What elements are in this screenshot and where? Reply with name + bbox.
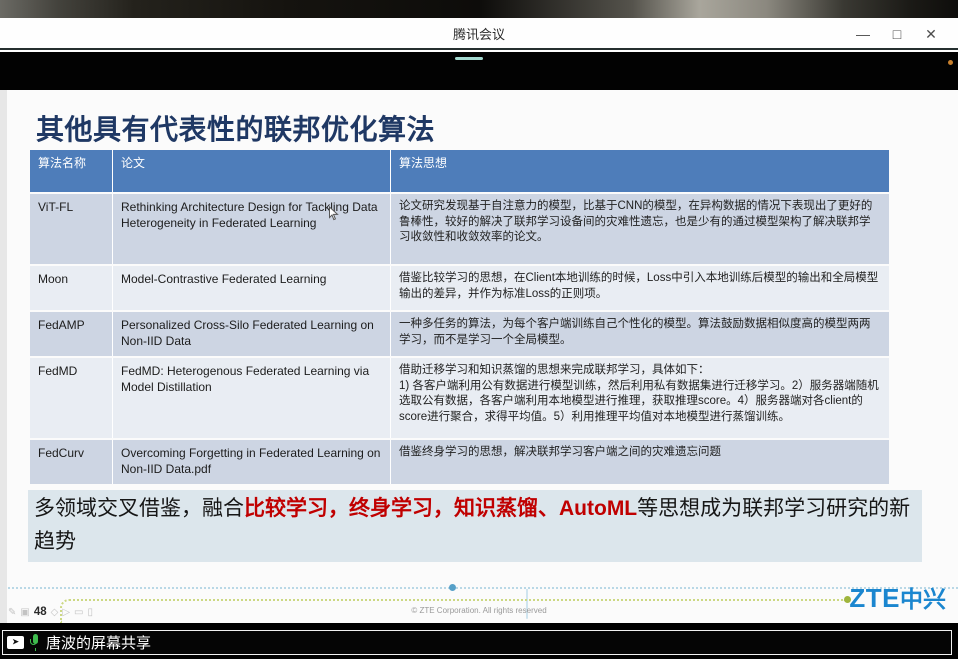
footer-blue-dot <box>449 584 456 591</box>
screen-share-bar: ➤ 唐波的屏幕共享 <box>0 623 958 659</box>
table-row: FedAMP Personalized Cross-Silo Federated… <box>30 312 889 356</box>
slide-left-margin <box>0 90 7 623</box>
microphone-icon <box>29 634 41 651</box>
cell-idea: 论文研究发现基于自注意力的模型，比基于CNN的模型，在异构数据的情况下表现出了更… <box>390 194 889 264</box>
app-window: 腾讯会议 — □ ✕ 其他具有代表性的联邦优化算法 算法名称 论文 算法思想 V… <box>0 0 958 659</box>
cell-algorithm-name: Moon <box>30 266 112 310</box>
table-row: FedMD FedMD: Heterogenous Federated Lear… <box>30 358 889 438</box>
cell-idea: 借鉴终身学习的思想，解决联邦学习客户端之间的灾难遗忘问题 <box>390 440 889 484</box>
window-controls: — □ ✕ <box>846 18 948 50</box>
mouse-cursor-icon <box>328 206 339 221</box>
zte-logo-en: ZTE <box>849 583 900 613</box>
zte-logo: ZTE中兴 <box>849 580 946 614</box>
table-row: FedCurv Overcoming Forgetting in Federat… <box>30 440 889 484</box>
header-cell-idea: 算法思想 <box>390 150 889 192</box>
cell-paper: Personalized Cross-Silo Federated Learni… <box>112 312 390 356</box>
cell-paper: Overcoming Forgetting in Federated Learn… <box>112 440 390 484</box>
toolbar-drag-handle[interactable] <box>455 57 483 60</box>
cell-idea: 一种多任务的算法，为每个客户端训练自己个性化的模型。算法鼓励数据相似度高的模型两… <box>390 312 889 356</box>
summary-text-normal: 多领域交叉借鉴，融合 <box>34 497 244 520</box>
window-titlebar: 腾讯会议 — □ ✕ <box>0 18 958 50</box>
summary-statement: 多领域交叉借鉴，融合比较学习，终身学习，知识蒸馏、AutoML等思想成为联邦学习… <box>28 490 922 562</box>
footer-dotted-line-blue <box>8 587 958 589</box>
status-dot-icon <box>948 60 953 65</box>
header-cell-paper: 论文 <box>112 150 390 192</box>
slide-title: 其他具有代表性的联邦优化算法 <box>36 108 435 148</box>
cell-algorithm-name: FedAMP <box>30 312 112 356</box>
close-icon[interactable]: ✕ <box>914 18 948 50</box>
cell-algorithm-name: ViT-FL <box>30 194 112 264</box>
cell-paper: Rethinking Architecture Design for Tackl… <box>112 194 390 264</box>
maximize-icon[interactable]: □ <box>880 18 914 50</box>
share-status-label: 唐波的屏幕共享 <box>46 632 151 653</box>
table-row: ViT-FL Rethinking Architecture Design fo… <box>30 194 889 264</box>
header-cell-name: 算法名称 <box>30 150 112 192</box>
minimize-icon[interactable]: — <box>846 18 880 50</box>
cell-paper: FedMD: Heterogenous Federated Learning v… <box>112 358 390 438</box>
cell-algorithm-name: FedMD <box>30 358 112 438</box>
screen-share-icon: ➤ <box>7 636 24 649</box>
zte-logo-cn: 中兴 <box>900 586 946 612</box>
cell-idea: 借助迁移学习和知识蒸馏的思想来完成联邦学习，具体如下： 1) 各客户端利用公有数… <box>390 358 889 438</box>
window-title: 腾讯会议 <box>453 24 505 43</box>
table-header-row: 算法名称 论文 算法思想 <box>30 150 889 192</box>
meeting-toolbar-strip <box>0 52 958 90</box>
share-status-pill[interactable]: ➤ 唐波的屏幕共享 <box>2 630 952 655</box>
summary-text-emphasis: 比较学习，终身学习，知识蒸馏、AutoML <box>244 497 637 520</box>
shared-slide-area: 其他具有代表性的联邦优化算法 算法名称 论文 算法思想 ViT-FL Rethi… <box>0 90 958 623</box>
cell-algorithm-name: FedCurv <box>30 440 112 484</box>
desktop-background <box>0 0 958 18</box>
cell-paper: Model-Contrastive Federated Learning <box>112 266 390 310</box>
table-row: Moon Model-Contrastive Federated Learnin… <box>30 266 889 310</box>
algorithms-table: 算法名称 论文 算法思想 ViT-FL Rethinking Architect… <box>30 150 889 486</box>
copyright-text: © ZTE Corporation. All rights reserved <box>0 606 958 615</box>
cell-idea: 借鉴比较学习的思想，在Client本地训练的时候，Loss中引入本地训练后模型的… <box>390 266 889 310</box>
